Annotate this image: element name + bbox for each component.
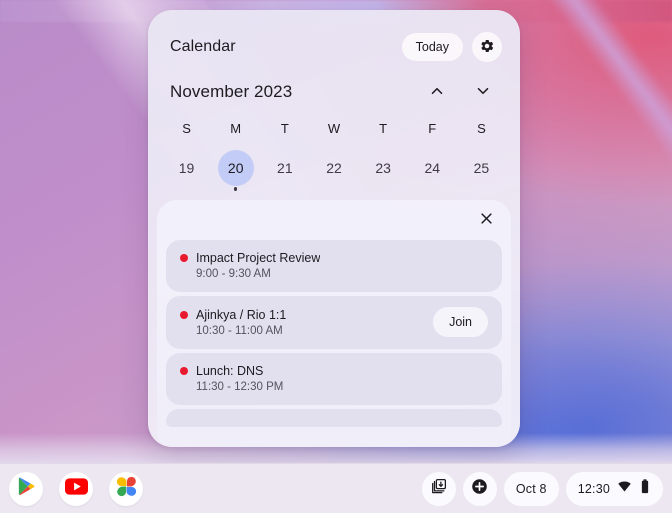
settings-button[interactable] bbox=[472, 32, 502, 62]
shelf-item-photos[interactable] bbox=[109, 471, 143, 506]
status-tray: Oct 8 12:30 bbox=[421, 471, 663, 506]
shelf-item-youtube[interactable] bbox=[59, 471, 93, 506]
add-button[interactable] bbox=[462, 471, 497, 506]
battery-icon bbox=[639, 478, 651, 499]
weekday-label: T bbox=[379, 121, 388, 136]
youtube-icon bbox=[64, 475, 88, 503]
date-number: 22 bbox=[326, 160, 342, 176]
chevron-up-icon bbox=[428, 82, 446, 103]
google-photos-icon bbox=[115, 475, 138, 503]
event-details: Lunch: DNS 11:30 - 12:30 PM bbox=[180, 364, 488, 393]
close-button[interactable] bbox=[473, 207, 499, 233]
event-time: 11:30 - 12:30 PM bbox=[196, 381, 284, 393]
list-item-partial[interactable] bbox=[166, 409, 502, 427]
events-list: Impact Project Review 9:00 - 9:30 AM Aji… bbox=[157, 240, 511, 427]
event-color-dot bbox=[180, 254, 188, 262]
date-cell-22[interactable]: 22 bbox=[309, 150, 358, 194]
event-indicator-dot bbox=[233, 187, 238, 191]
date-label: Oct 8 bbox=[515, 481, 547, 496]
weekday-label: S bbox=[182, 121, 191, 136]
chevron-down-icon bbox=[474, 82, 492, 103]
events-panel: Impact Project Review 9:00 - 9:30 AM Aji… bbox=[157, 200, 511, 447]
date-cell-24[interactable]: 24 bbox=[408, 150, 457, 194]
next-month-button[interactable] bbox=[468, 77, 498, 107]
date-number: 21 bbox=[277, 160, 293, 176]
weekday-label: W bbox=[327, 121, 341, 136]
date-cell-19[interactable]: 19 bbox=[162, 150, 211, 194]
event-title-row: Impact Project Review bbox=[180, 251, 488, 265]
play-store-icon bbox=[16, 476, 37, 502]
date-number: 25 bbox=[473, 160, 490, 176]
date-cell-23[interactable]: 23 bbox=[359, 150, 408, 194]
join-button[interactable]: Join bbox=[433, 307, 488, 337]
date-cell-21[interactable]: 21 bbox=[260, 150, 309, 194]
event-details: Ajinkya / Rio 1:1 10:30 - 11:00 AM bbox=[180, 308, 423, 337]
event-title: Ajinkya / Rio 1:1 bbox=[196, 307, 287, 322]
shelf-app-icons bbox=[9, 471, 422, 506]
weekday-label: M bbox=[230, 121, 242, 136]
date-cell-25[interactable]: 25 bbox=[457, 150, 506, 194]
weekday-label: F bbox=[428, 121, 437, 136]
event-time: 10:30 - 11:00 AM bbox=[196, 324, 283, 337]
event-title: Lunch: DNS bbox=[196, 364, 264, 378]
clock-label: 12:30 bbox=[577, 481, 610, 496]
date-tray-button[interactable]: Oct 8 bbox=[503, 471, 559, 506]
weekday-header-row: S M T W T F S bbox=[148, 116, 520, 142]
event-title-row: Lunch: DNS bbox=[180, 364, 488, 378]
date-row: 19 20 21 22 23 24 25 bbox=[148, 150, 520, 194]
page-title: Calendar bbox=[170, 38, 236, 55]
event-title-row: Ajinkya / Rio 1:1 bbox=[180, 308, 423, 322]
events-panel-topbar bbox=[157, 200, 511, 240]
weekday-label: S bbox=[477, 121, 486, 136]
date-number: 20 bbox=[217, 150, 254, 186]
month-label: November 2023 bbox=[170, 82, 293, 101]
shelf-item-play-store[interactable] bbox=[9, 471, 43, 506]
weekday-label: T bbox=[280, 121, 289, 136]
calendar-header: Calendar Today bbox=[148, 10, 520, 64]
date-number: 23 bbox=[375, 160, 391, 176]
month-navigation: November 2023 bbox=[148, 64, 520, 108]
previous-month-button[interactable] bbox=[422, 77, 452, 107]
screen-capture-icon bbox=[430, 477, 448, 500]
calendar-panel: Calendar Today November 2023 S M T W T F… bbox=[148, 10, 520, 447]
date-number: 19 bbox=[178, 160, 195, 176]
event-details: Impact Project Review 9:00 - 9:30 AM bbox=[180, 251, 488, 280]
system-tray-button[interactable]: 12:30 bbox=[565, 471, 663, 506]
date-cell-20[interactable]: 20 bbox=[211, 150, 260, 194]
date-number: 24 bbox=[424, 160, 441, 176]
today-button[interactable]: Today bbox=[401, 33, 463, 61]
close-icon bbox=[479, 211, 494, 229]
list-item[interactable]: Ajinkya / Rio 1:1 10:30 - 11:00 AM Join bbox=[166, 296, 502, 349]
event-color-dot bbox=[180, 367, 188, 375]
gear-icon bbox=[479, 38, 495, 57]
screen-capture-button[interactable] bbox=[421, 471, 456, 506]
shelf: Oct 8 12:30 bbox=[0, 463, 672, 513]
wifi-icon bbox=[617, 479, 632, 499]
list-item[interactable]: Lunch: DNS 11:30 - 12:30 PM bbox=[166, 353, 502, 405]
event-title: Impact Project Review bbox=[196, 251, 321, 265]
add-circle-icon bbox=[470, 477, 489, 501]
event-time: 9:00 - 9:30 AM bbox=[196, 268, 271, 280]
event-color-dot bbox=[180, 310, 188, 319]
list-item[interactable]: Impact Project Review 9:00 - 9:30 AM bbox=[166, 240, 502, 292]
